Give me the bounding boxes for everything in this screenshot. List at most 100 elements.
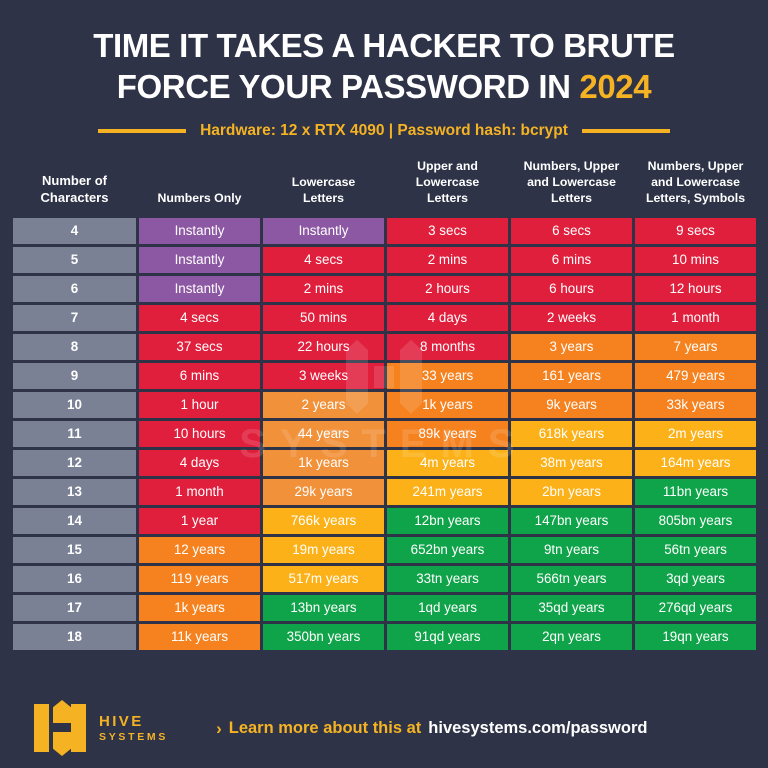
crack-time-cell: 6 secs [511, 217, 632, 244]
column-header-5-line-2: Letters, Symbols [645, 190, 746, 205]
footer-cta[interactable]: › Learn more about this at hivesystems.c… [216, 719, 647, 738]
crack-time-cell: 19m years [263, 536, 384, 563]
crack-time-cell: 1 month [139, 478, 260, 505]
page-title-line-2-text: FORCE YOUR PASSWORD IN [116, 67, 571, 105]
crack-time-cell: 164m years [635, 449, 756, 476]
crack-time-cell: 35qd years [511, 594, 632, 621]
row-header-character-count: 11 [13, 420, 136, 447]
table-row: 12 4 days 1k years 4m years 38m years 164m ye… [13, 449, 756, 476]
crack-time-cell: 1 year [139, 507, 260, 534]
infographic-page: TIME IT TAKES A HACKER TO BRUTE FORCE YO… [0, 0, 768, 768]
table-row: 8 37 secs 22 hours 8 months 3 years 7 years [13, 333, 756, 360]
column-header-1-line-0: Numbers Only [157, 190, 242, 205]
crack-time-cell: 9k years [511, 391, 632, 418]
table-wrap: SYSTEMS Number of Characters Numbers Only L… [10, 154, 758, 653]
row-header-character-count: 10 [13, 391, 136, 418]
table-row: 18 11k years 350bn years 91qd years 2qn year… [13, 623, 756, 650]
row-header-character-count: 8 [13, 333, 136, 360]
table-header-row: Number of Characters Numbers Only Lowercase… [13, 157, 756, 215]
crack-time-cell: 241m years [387, 478, 508, 505]
crack-time-cell: 6 hours [511, 275, 632, 302]
hive-hexagon-logo-icon [34, 700, 90, 756]
row-header-character-count: 14 [13, 507, 136, 534]
cta-label: Learn more about this at [228, 718, 422, 737]
crack-time-cell: 11bn years [635, 478, 756, 505]
crack-time-cell: 3qd years [635, 565, 756, 592]
crack-time-cell: 89k years [387, 420, 508, 447]
crack-time-cell: 618k years [511, 420, 632, 447]
title-block: TIME IT TAKES A HACKER TO BRUTE FORCE YO… [0, 0, 768, 108]
cta-url-link[interactable]: hivesystems.com/password [428, 719, 647, 738]
crack-time-cell: 652bn years [387, 536, 508, 563]
crack-time-cell: 10 mins [635, 246, 756, 273]
row-header-character-count: 17 [13, 594, 136, 621]
column-header-3-line-0: Upper and [417, 158, 478, 173]
page-title-year: 2024 [579, 67, 652, 105]
crack-time-cell: 91qd years [387, 623, 508, 650]
table-row: 11 10 hours 44 years 89k years 618k years 2m … [13, 420, 756, 447]
column-header-4-line-1: and Lowercase [527, 174, 616, 189]
crack-time-cell: 13bn years [263, 594, 384, 621]
crack-time-cell: Instantly [263, 217, 384, 244]
row-header-character-count: 15 [13, 536, 136, 563]
rule-right [581, 128, 670, 133]
column-header-3: Upper and Lowercase Letters [387, 157, 508, 215]
table-row: 74 secs 50 mins 4 days 2 weeks 1 month [13, 304, 756, 331]
crack-time-cell: 1qd years [387, 594, 508, 621]
table-header: Number of Characters Numbers Only Lowercase… [13, 157, 756, 215]
crack-time-cell: 33k years [635, 391, 756, 418]
crack-time-cell: 9tn years [511, 536, 632, 563]
table-body: 4 Instantly Instantly 3 secs 6 secs 9 secs 5 In… [13, 217, 756, 650]
row-header-character-count: 13 [13, 478, 136, 505]
table-row: 16 119 years 517m years 33tn years 566tn yea… [13, 565, 756, 592]
column-header-5: Numbers, Upper and Lowercase Letters, Symb… [635, 157, 756, 215]
crack-time-cell: 37 secs [139, 333, 260, 360]
crack-time-cell: 2 mins [387, 246, 508, 273]
crack-time-cell: 6 mins [511, 246, 632, 273]
column-header-3-line-2: Letters [426, 190, 468, 205]
table-row: 5 Instantly 4 secs 2 mins 6 mins 10 mins [13, 246, 756, 273]
subtitle-text: Hardware: 12 x RTX 4090 | Password hash:… [200, 121, 568, 139]
row-header-character-count: 18 [13, 623, 136, 650]
crack-time-cell: 2 mins [263, 275, 384, 302]
crack-time-cell: 147bn years [511, 507, 632, 534]
table-row: 15 12 years 19m years 652bn years 9tn years 5… [13, 536, 756, 563]
crack-time-cell: 4 secs [139, 304, 260, 331]
crack-time-cell: 1k years [139, 594, 260, 621]
crack-time-cell: 11k years [139, 623, 260, 650]
crack-time-cell: Instantly [139, 217, 260, 244]
crack-time-cell: 479 years [635, 362, 756, 389]
crack-time-cell: 1 hour [139, 391, 260, 418]
table-row: 17 1k years 13bn years 1qd years 35qd years 2… [13, 594, 756, 621]
table-row: 6 Instantly 2 mins 2 hours 6 hours 12 hours [13, 275, 756, 302]
crack-time-cell: 4m years [387, 449, 508, 476]
column-header-5-line-0: Numbers, Upper [647, 158, 744, 173]
column-header-2-line-0: Lowercase [291, 174, 356, 189]
column-header-0: Number of Characters [13, 157, 136, 215]
crack-time-cell: 4 days [139, 449, 260, 476]
crack-time-cell: 22 hours [263, 333, 384, 360]
crack-time-cell: 33 years [387, 362, 508, 389]
chevron-right-icon: › [216, 718, 222, 738]
crack-time-cell: 2 years [263, 391, 384, 418]
crack-time-cell: 7 years [635, 333, 756, 360]
crack-time-cell: 29k years [263, 478, 384, 505]
crack-time-cell: 10 hours [139, 420, 260, 447]
column-header-0-line-0: Number of [42, 172, 107, 188]
subtitle-row: Hardware: 12 x RTX 4090 | Password hash:… [0, 122, 768, 140]
row-header-character-count: 16 [13, 565, 136, 592]
crack-time-cell: 1k years [387, 391, 508, 418]
crack-time-cell: 2qn years [511, 623, 632, 650]
row-header-character-count: 7 [13, 304, 136, 331]
crack-time-cell: 2 hours [387, 275, 508, 302]
crack-time-cell: 766k years [263, 507, 384, 534]
crack-time-cell: 12 years [139, 536, 260, 563]
hive-systems-logo[interactable]: HIVE SYSTEMS [34, 700, 168, 756]
column-header-5-line-1: and Lowercase [651, 174, 740, 189]
table-row: 13 1 month 29k years 241m years 2bn years 11b… [13, 478, 756, 505]
logo-wordmark: HIVE SYSTEMS [99, 713, 168, 742]
crack-time-cell: 4 days [387, 304, 508, 331]
column-header-4-line-0: Numbers, Upper [523, 158, 620, 173]
crack-time-cell: Instantly [139, 246, 260, 273]
page-title-line-1: TIME IT TAKES A HACKER TO BRUTE [93, 27, 675, 64]
